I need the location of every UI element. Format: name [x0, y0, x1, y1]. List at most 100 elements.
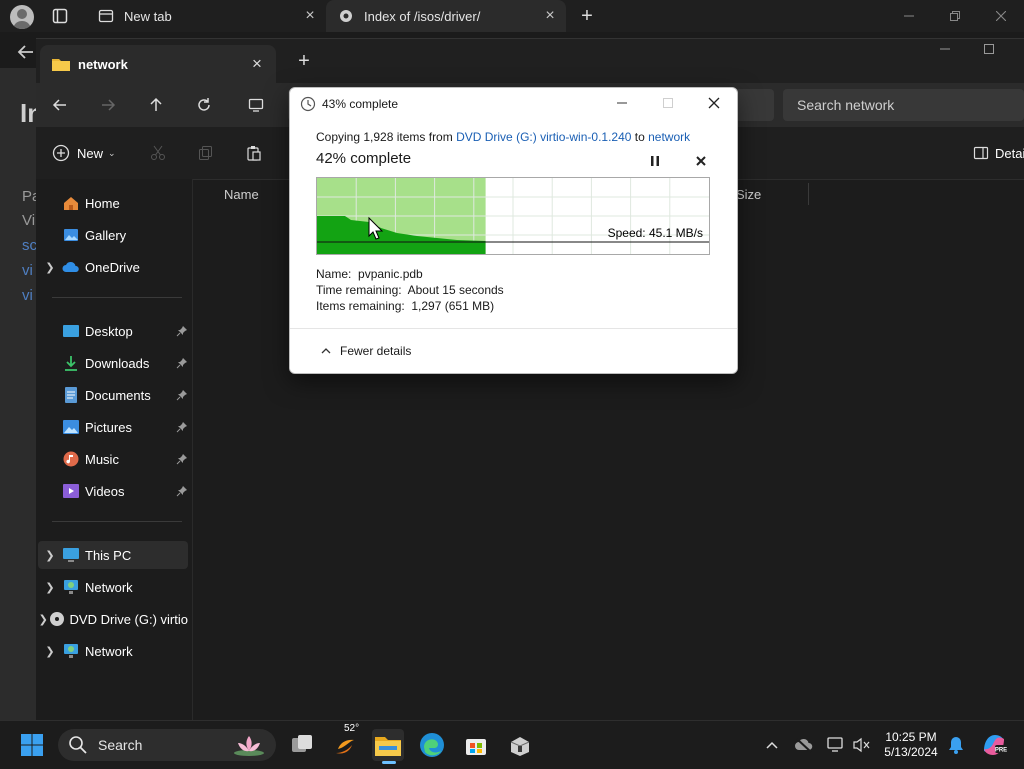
edge-browser-icon[interactable]: [416, 729, 448, 761]
column-header-size[interactable]: Size: [736, 187, 761, 202]
name-row: Name: pvpanic.pdb: [316, 267, 423, 281]
page-link[interactable]: vi: [22, 287, 33, 304]
chevron-up-icon[interactable]: [760, 733, 784, 757]
back-arrow-icon[interactable]: [14, 40, 38, 64]
refresh-button[interactable]: [182, 83, 226, 127]
start-button[interactable]: [16, 729, 48, 761]
sidebar-item-label: This PC: [85, 547, 132, 563]
speaker-muted-icon[interactable]: [850, 733, 874, 757]
sidebar-item-dvd-drive[interactable]: ❯ DVD Drive (G:) virtio: [38, 605, 188, 633]
cloud-offline-icon[interactable]: [792, 733, 816, 757]
page-text: Vi: [22, 212, 36, 229]
minimize-button[interactable]: [610, 92, 634, 114]
dialog-title: 43% complete: [322, 97, 399, 111]
sidebar-item-onedrive[interactable]: ❯ OneDrive: [38, 253, 188, 281]
clock-date: 5/13/2024: [884, 745, 938, 759]
pin-icon[interactable]: [176, 485, 188, 497]
copy-progress-dialog: 43% complete Copying 1,928 items from DV…: [289, 87, 738, 374]
tab-new-tab[interactable]: New tab ×: [86, 0, 326, 32]
pin-icon[interactable]: [176, 325, 188, 337]
sidebar-item-this-pc[interactable]: ❯ This PC: [38, 541, 188, 569]
copy-icon[interactable]: [194, 141, 218, 165]
name-label: Name:: [316, 267, 352, 281]
destination-link[interactable]: network: [648, 130, 690, 144]
copilot-icon[interactable]: PRE: [980, 733, 1008, 757]
chevron-right-icon[interactable]: ❯: [38, 581, 62, 594]
network-icon: [62, 642, 80, 660]
tab-index-isos-driver[interactable]: Index of /isos/driver/ ×: [326, 0, 566, 32]
percent-complete: 42% complete: [316, 150, 412, 167]
speed-label: Speed: 45.1 MB/s: [607, 226, 703, 240]
source-link[interactable]: DVD Drive (G:) virtio-win-0.1.240: [456, 130, 631, 144]
notification-bell-icon[interactable]: [944, 733, 968, 757]
profile-avatar[interactable]: [10, 5, 34, 29]
sidebar-item-videos[interactable]: Videos: [38, 477, 188, 505]
sidebar-item-desktop[interactable]: Desktop: [38, 317, 188, 345]
chevron-right-icon[interactable]: ❯: [38, 261, 62, 274]
chevron-down-icon: ⌄: [108, 147, 116, 158]
sidebar-item-documents[interactable]: Documents: [38, 381, 188, 409]
clock-icon: [300, 96, 316, 112]
paste-icon[interactable]: [242, 141, 266, 165]
new-tab-button[interactable]: +: [578, 6, 596, 26]
details-button[interactable]: Detai: [973, 141, 1024, 165]
pause-button[interactable]: [646, 152, 664, 170]
sidebar-item-label: Downloads: [85, 355, 150, 371]
column-header-name[interactable]: Name: [224, 187, 259, 202]
monitor-icon[interactable]: [234, 83, 278, 127]
chevron-right-icon[interactable]: ❯: [38, 613, 49, 626]
close-dialog-button[interactable]: [702, 92, 726, 114]
sidebar-item-music[interactable]: Music: [38, 445, 188, 473]
file-explorer-taskbar-icon[interactable]: [372, 729, 404, 764]
chevron-right-icon[interactable]: ❯: [38, 549, 62, 562]
display-icon[interactable]: [824, 733, 848, 757]
pin-icon[interactable]: [176, 421, 188, 433]
store-icon[interactable]: [460, 729, 492, 761]
search-icon: [68, 735, 88, 755]
new-button[interactable]: New ⌄: [52, 141, 116, 165]
minimize-button[interactable]: [922, 33, 968, 65]
task-view-icon[interactable]: [286, 729, 318, 761]
explorer-tab-network[interactable]: network ×: [40, 45, 276, 83]
sidebar-item-network[interactable]: ❯ Network: [38, 637, 188, 665]
taskbar-search[interactable]: Search: [58, 729, 276, 761]
home-icon: [62, 194, 80, 212]
pin-icon[interactable]: [176, 357, 188, 369]
sidebar-item-gallery[interactable]: Gallery: [38, 221, 188, 249]
maximize-button[interactable]: [656, 92, 680, 114]
cancel-button[interactable]: [692, 152, 710, 170]
page-link[interactable]: vi: [22, 262, 33, 279]
close-icon[interactable]: ×: [542, 8, 558, 24]
pin-icon[interactable]: [176, 389, 188, 401]
close-icon[interactable]: ×: [248, 55, 266, 73]
search-input[interactable]: Search network: [783, 89, 1024, 121]
sidebar-item-pictures[interactable]: Pictures: [38, 413, 188, 441]
sidebar-item-network[interactable]: ❯ Network: [38, 573, 188, 601]
close-icon[interactable]: ×: [302, 8, 318, 24]
cut-icon[interactable]: [146, 141, 170, 165]
forward-button[interactable]: [86, 83, 130, 127]
clock[interactable]: 10:25 PM 5/13/2024: [876, 730, 946, 760]
column-divider[interactable]: [808, 183, 809, 205]
dialog-footer: Fewer details: [290, 328, 737, 373]
tab-actions-icon[interactable]: [52, 8, 68, 24]
up-button[interactable]: [134, 83, 178, 127]
maximize-button[interactable]: [966, 33, 1012, 65]
transfer-speed-graph: Speed: 45.1 MB/s: [316, 177, 710, 255]
minimize-button[interactable]: [886, 0, 932, 32]
pin-icon[interactable]: [176, 453, 188, 465]
close-window-button[interactable]: [978, 0, 1024, 32]
back-button[interactable]: [38, 83, 82, 127]
add-tab-button[interactable]: +: [294, 51, 314, 71]
document-icon: [62, 386, 80, 404]
installer-app-icon[interactable]: [504, 729, 536, 761]
chevron-right-icon[interactable]: ❯: [38, 645, 62, 658]
page-link[interactable]: sc: [22, 237, 37, 254]
sidebar-item-home[interactable]: Home: [38, 189, 188, 217]
sidebar-item-downloads[interactable]: Downloads: [38, 349, 188, 377]
weather-widget[interactable]: 52°: [330, 723, 362, 761]
copy-prefix: Copying 1,928 items from: [316, 130, 457, 144]
details-label: Detai: [995, 145, 1024, 161]
fewer-details-button[interactable]: Fewer details: [320, 344, 411, 358]
restore-button[interactable]: [932, 0, 978, 32]
